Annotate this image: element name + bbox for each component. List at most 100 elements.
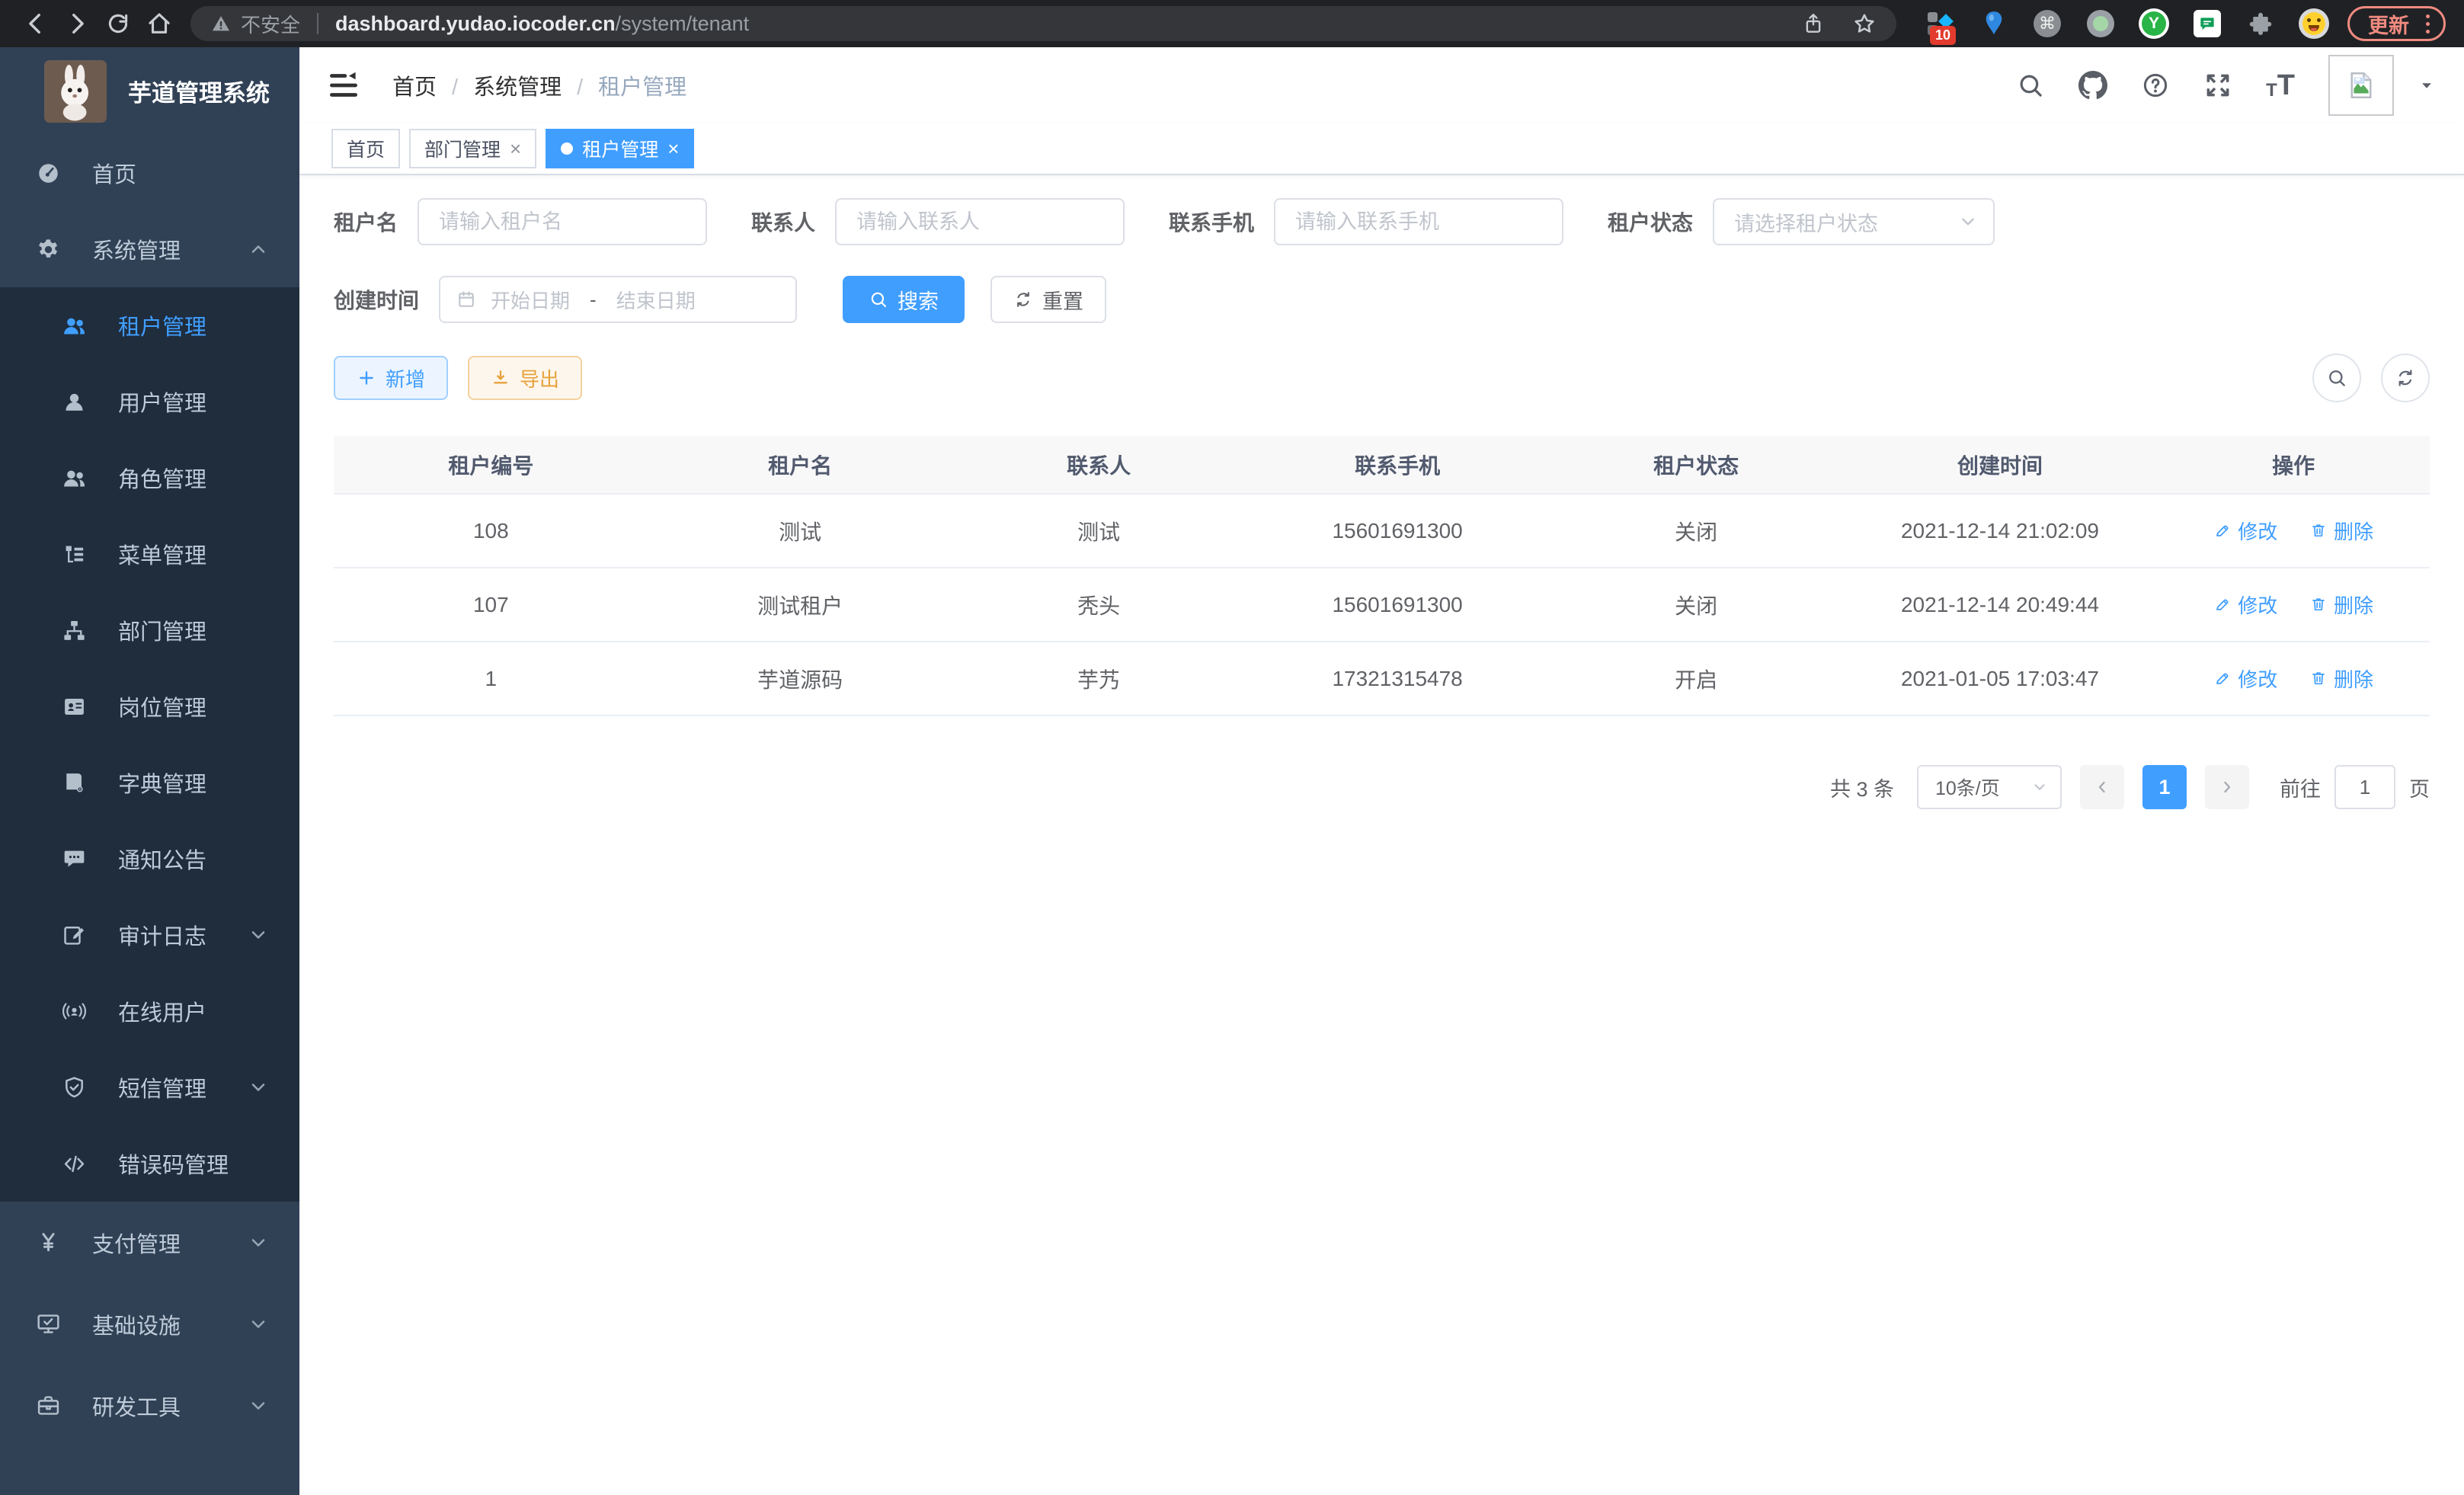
app-logo[interactable]: 芋道管理系统 [0,47,299,135]
page-tab[interactable]: 首页 [331,129,400,168]
sidebar-menu-item[interactable]: 字典管理 [0,744,299,821]
avatar[interactable] [2328,55,2394,116]
sidebar-menu-item[interactable]: 在线用户 [0,973,299,1049]
sidebar-menu-item[interactable]: 用户管理 [0,363,299,440]
cell-contact: 芋艿 [952,642,1246,715]
breadcrumb-item[interactable]: 租户管理 [562,69,686,101]
extension-dot-icon[interactable] [2085,8,2116,39]
sidebar-menu: 首页 系统管理 租户管理 用户管理 [0,135,299,1446]
edit-pen-icon [2213,595,2232,613]
sidebar-menu-item[interactable]: 系统管理 [0,211,299,287]
forward-icon [64,11,90,37]
sidebar-menu-item[interactable]: 支付管理 [0,1202,299,1283]
menu-item-label: 在线用户 [118,995,206,1027]
add-button[interactable]: 新增 [334,356,448,400]
edit-link[interactable]: 修改 [2213,517,2277,545]
status-select[interactable]: 请选择租户状态 [1713,198,1995,245]
menu-item-icon [61,1151,88,1177]
url-bar[interactable]: 不安全 dashboard.yudao.iocoder.cn/system/te… [190,6,1896,41]
extension-chat-icon[interactable] [2192,8,2222,39]
sidebar-menu-item[interactable]: 短信管理 [0,1049,299,1125]
page-size-select[interactable]: 10条/页 [1917,765,2062,809]
page-tab[interactable]: 部门管理 × [409,129,536,168]
contact-label: 联系人 [751,206,815,237]
extension-command-icon[interactable]: ⌘ [2032,8,2062,39]
mobile-input[interactable] [1274,198,1563,245]
sidebar-menu-item[interactable]: 审计日志 [0,897,299,973]
menu-item-icon [61,1074,88,1101]
export-button[interactable]: 导出 [468,356,582,400]
bookmark-star-icon[interactable] [1852,11,1877,36]
sidebar-menu-item[interactable]: 部门管理 [0,592,299,668]
tab-label: 租户管理 [582,135,658,162]
select-caret-icon [1958,212,1978,232]
help-icon[interactable] [2141,71,2170,100]
extension-emoji-icon[interactable] [2299,8,2329,39]
browser-menu-icon[interactable] [2423,11,2433,37]
extension-y-icon[interactable]: Y [2139,8,2169,39]
delete-link[interactable]: 删除 [2309,591,2373,619]
search-button[interactable]: 搜索 [843,276,965,323]
browser-update-button[interactable]: 更新 [2347,6,2446,41]
sidebar-menu-item[interactable]: 首页 [0,135,299,211]
menu-item-label: 通知公告 [118,843,206,875]
browser-forward-button[interactable] [56,3,98,44]
extension-puzzle-icon[interactable] [2245,8,2276,39]
github-icon[interactable] [2078,71,2107,100]
share-icon[interactable] [1802,12,1825,35]
browser-reload-button[interactable] [98,3,139,44]
extension-grid-icon[interactable]: 10 [1925,8,1956,39]
browser-home-button[interactable] [139,3,180,44]
filter-row-2: 创建时间 开始日期 - 结束日期 搜索 重置 [334,276,2430,323]
show-search-toggle-button[interactable] [2312,354,2361,402]
fullscreen-icon[interactable] [2203,71,2232,100]
browser-back-button[interactable] [15,3,56,44]
cell-created: 2021-12-14 20:49:44 [1843,568,2158,642]
chevron-icon [248,1314,269,1335]
menu-item-label: 审计日志 [118,919,206,951]
logo-image [44,60,107,123]
breadcrumb-item[interactable]: 首页 [392,69,437,101]
page-tab[interactable]: 租户管理 × [546,129,694,168]
refresh-table-button[interactable] [2381,354,2430,402]
tab-close-icon[interactable]: × [667,139,679,158]
plus-icon [357,368,376,388]
sidebar-menu-item[interactable]: 菜单管理 [0,516,299,592]
current-page-button[interactable]: 1 [2142,765,2187,809]
page-content: 租户名 联系人 联系手机 租户状态 请选择租户状态 [299,175,2464,1495]
magnifier-icon [2326,367,2347,389]
sidebar-menu-item[interactable]: 错误码管理 [0,1125,299,1202]
tenant-name-input[interactable] [418,198,707,245]
goto-page-input[interactable] [2334,765,2395,809]
font-size-icon[interactable]: TT [2266,71,2295,100]
edit-link[interactable]: 修改 [2213,591,2277,619]
edit-link[interactable]: 修改 [2213,664,2277,693]
status-label: 租户状态 [1608,206,1693,237]
breadcrumb: 首页系统管理租户管理 [392,69,686,101]
created-time-label: 创建时间 [334,284,419,315]
sidebar-menu-item[interactable]: 租户管理 [0,287,299,363]
sidebar-fold-button[interactable] [327,69,360,102]
avatar-caret-icon[interactable] [2417,75,2437,95]
sidebar-menu-item[interactable]: 岗位管理 [0,668,299,744]
sidebar-menu-item[interactable]: 研发工具 [0,1365,299,1446]
cell-tenant-id: 1 [334,642,648,715]
extension-balloon-icon[interactable] [1979,8,2009,39]
breadcrumb-item[interactable]: 系统管理 [437,69,562,101]
sidebar-menu-item[interactable]: 角色管理 [0,440,299,516]
page-size-caret-icon [2031,779,2048,796]
menu-item-icon [35,160,62,187]
sidebar-menu-item[interactable]: 通知公告 [0,821,299,897]
tab-close-icon[interactable]: × [510,139,521,158]
contact-input[interactable] [835,198,1125,245]
next-page-button[interactable] [2205,765,2249,809]
sidebar-menu-item[interactable]: 基础设施 [0,1283,299,1365]
chevron-icon [248,1077,269,1098]
delete-link[interactable]: 删除 [2309,517,2373,545]
prev-page-button[interactable] [2080,765,2124,809]
delete-link[interactable]: 删除 [2309,664,2373,693]
created-time-range-picker[interactable]: 开始日期 - 结束日期 [439,276,797,323]
reset-button[interactable]: 重置 [990,276,1106,323]
search-icon[interactable] [2016,71,2045,100]
table-toolbar: 新增 导出 [334,354,2430,402]
